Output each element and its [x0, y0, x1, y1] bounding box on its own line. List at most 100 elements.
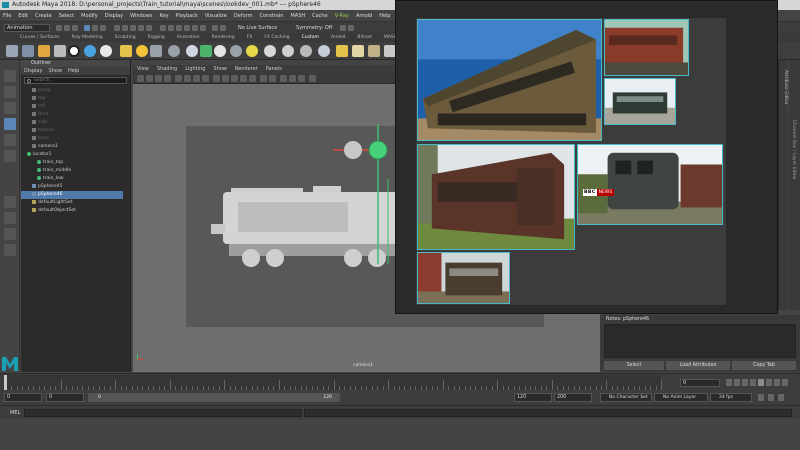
- outliner-item-left[interactable]: left: [21, 103, 123, 111]
- outliner-item-front[interactable]: front: [21, 111, 123, 119]
- snap-plane-icon[interactable]: [138, 25, 144, 31]
- select-button[interactable]: Select: [604, 361, 664, 370]
- render-settings-icon[interactable]: [184, 25, 190, 31]
- shelf-shader-icon[interactable]: [246, 45, 258, 57]
- viewport-menu-renderer[interactable]: Renderer: [235, 65, 258, 73]
- menu-arnold[interactable]: Arnold: [356, 13, 372, 19]
- command-input[interactable]: [24, 409, 302, 417]
- shelf-cone-icon[interactable]: [352, 45, 364, 57]
- time-slider[interactable]: 0: [0, 373, 800, 390]
- go-to-end-icon[interactable]: [782, 379, 788, 386]
- shelf-tab-fx[interactable]: FX: [247, 35, 253, 40]
- shelf-render-icon[interactable]: [168, 45, 180, 57]
- snap-point-icon[interactable]: [130, 25, 136, 31]
- smooth-shade-icon[interactable]: [222, 75, 229, 82]
- shelf-tab-poly-modeling[interactable]: Poly Modeling: [72, 35, 103, 40]
- outliner-item-locator1[interactable]: locator1: [21, 151, 123, 159]
- menu-select[interactable]: Select: [59, 13, 74, 19]
- select-component-icon[interactable]: [100, 25, 106, 31]
- shelf-ring-icon[interactable]: [368, 45, 380, 57]
- load-attributes-button[interactable]: Load Attributes: [666, 361, 730, 370]
- resolution-gate-icon[interactable]: [193, 75, 200, 82]
- outliner-item-train_low[interactable]: train_low: [21, 175, 123, 183]
- vray-icon[interactable]: [212, 25, 218, 31]
- step-forward-frame-icon[interactable]: [766, 379, 772, 386]
- notes-textarea[interactable]: [604, 324, 796, 358]
- shelf-env-icon[interactable]: [264, 45, 276, 57]
- viewport-menu-lighting[interactable]: Lighting: [185, 65, 205, 73]
- menu-windows[interactable]: Windows: [130, 13, 152, 19]
- lights-icon[interactable]: [240, 75, 247, 82]
- reference-photo-rusty-red-car[interactable]: [604, 19, 689, 76]
- shelf-sphere-white-icon[interactable]: [214, 45, 226, 57]
- fps-dropdown[interactable]: 24 fps: [710, 393, 752, 402]
- shelf-tab-bifrost[interactable]: Bifrost: [357, 35, 372, 40]
- hypershade-icon[interactable]: [192, 25, 198, 31]
- shelf-disable-icon[interactable]: [68, 45, 80, 57]
- outliner-item-bottom[interactable]: bottom: [21, 127, 123, 135]
- menu-visualize[interactable]: Visualize: [205, 13, 227, 19]
- xgen-icon[interactable]: [348, 25, 354, 31]
- side-by-side-icon[interactable]: [4, 228, 16, 240]
- shelf-lamp-icon[interactable]: [336, 45, 348, 57]
- move-tool-icon[interactable]: [4, 118, 16, 130]
- outliner-item-train_top[interactable]: train_top: [21, 159, 123, 167]
- scale-tool-icon[interactable]: [4, 150, 16, 162]
- sculpt-icon[interactable]: [340, 25, 346, 31]
- shelf-ball-icon[interactable]: [318, 45, 330, 57]
- character-set-dropdown[interactable]: No Character Set: [600, 393, 652, 402]
- select-hierarchy-icon[interactable]: [84, 25, 90, 31]
- menu-display[interactable]: Display: [105, 13, 123, 19]
- paint-select-icon[interactable]: [4, 102, 16, 114]
- isolate-select-icon[interactable]: [269, 75, 276, 82]
- menu-create[interactable]: Create: [35, 13, 52, 19]
- current-frame-field[interactable]: 0: [680, 379, 720, 387]
- auto-key-icon[interactable]: [758, 394, 764, 401]
- new-scene-icon[interactable]: [56, 25, 62, 31]
- outliner-item-camera1[interactable]: camera1: [21, 143, 123, 151]
- script-language-toggle[interactable]: MEL: [10, 408, 20, 418]
- shelf-brush-icon[interactable]: [38, 45, 50, 57]
- snap-curve-icon[interactable]: [122, 25, 128, 31]
- playback-end-field[interactable]: 120: [514, 393, 552, 402]
- lock-camera-icon[interactable]: [146, 75, 153, 82]
- attribute-editor-tab[interactable]: Attribute Editor: [778, 60, 788, 310]
- start-time-field[interactable]: 0: [4, 393, 42, 402]
- history-icon[interactable]: [160, 25, 166, 31]
- render-icon[interactable]: [168, 25, 174, 31]
- reference-photo-green-car[interactable]: [604, 78, 676, 125]
- menu-help[interactable]: Help: [379, 13, 390, 19]
- play-forward-icon[interactable]: [758, 379, 764, 386]
- outliner-menu-display[interactable]: Display: [24, 67, 42, 75]
- channel-box-tab[interactable]: Channel Box / Layer Editor: [789, 60, 800, 310]
- shelf-light-icon[interactable]: [100, 45, 112, 57]
- shelf-tab-fx-caching[interactable]: FX Caching: [264, 35, 289, 40]
- shelf-vray-light-icon[interactable]: [120, 45, 132, 57]
- shelf-drop-icon[interactable]: [186, 45, 198, 57]
- gate-mask-icon[interactable]: [202, 75, 209, 82]
- playback-start-field[interactable]: 0: [46, 393, 84, 402]
- outliner-item-psphere46[interactable]: pSphere46: [21, 191, 123, 199]
- shadows-icon[interactable]: [249, 75, 256, 82]
- grid-icon[interactable]: [175, 75, 182, 82]
- rotate-tool-icon[interactable]: [4, 134, 16, 146]
- open-scene-icon[interactable]: [64, 25, 70, 31]
- move-manipulator[interactable]: [328, 124, 398, 264]
- shelf-cube-icon[interactable]: [150, 45, 162, 57]
- outliner-item-persp[interactable]: persp: [21, 87, 123, 95]
- menu-key[interactable]: Key: [159, 13, 168, 19]
- reference-photo-bbc-tram[interactable]: BBC NEWS: [577, 144, 723, 225]
- shelf-tab-arnold[interactable]: Arnold: [331, 35, 346, 40]
- anim-layer-dropdown[interactable]: No Anim Layer: [654, 393, 708, 402]
- shelf-plant-icon[interactable]: [200, 45, 212, 57]
- menu-modify[interactable]: Modify: [81, 13, 98, 19]
- menu-set-dropdown[interactable]: Animation: [4, 24, 50, 32]
- snap-grid-icon[interactable]: [114, 25, 120, 31]
- play-backward-icon[interactable]: [750, 379, 756, 386]
- go-to-start-icon[interactable]: [726, 379, 732, 386]
- color-management-icon[interactable]: [309, 75, 316, 82]
- bookmark-icon[interactable]: [155, 75, 162, 82]
- outliner-item-defaultobjectset[interactable]: defaultObjectSet: [21, 207, 123, 215]
- shelf-tool-icon[interactable]: [22, 45, 34, 57]
- live-surface-field[interactable]: No Live Surface: [238, 24, 277, 32]
